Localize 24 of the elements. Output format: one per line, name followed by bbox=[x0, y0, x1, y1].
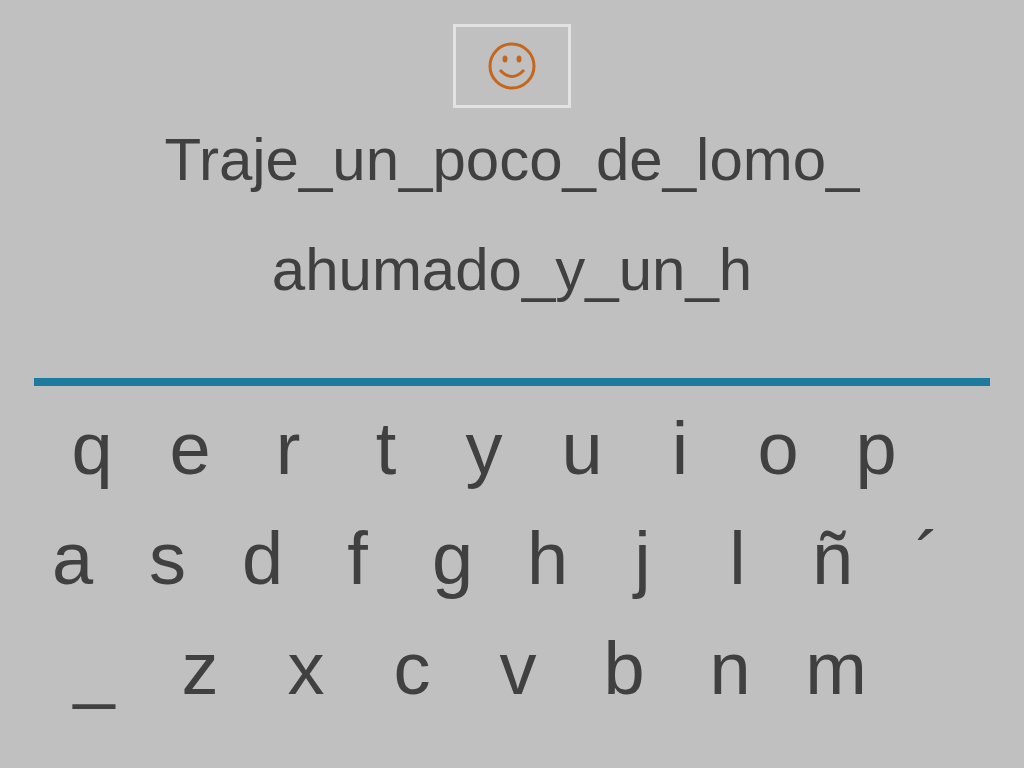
keyboard-key[interactable]: h bbox=[500, 522, 595, 596]
keyboard-key[interactable]: n bbox=[677, 632, 783, 706]
keyboard-key[interactable]: s bbox=[120, 522, 215, 596]
keyboard-key[interactable]: t bbox=[337, 412, 435, 486]
keyboard-key[interactable]: v bbox=[465, 632, 571, 706]
keyboard-key[interactable]: f bbox=[310, 522, 405, 596]
keyboard-key[interactable]: u bbox=[533, 412, 631, 486]
keyboard-key[interactable]: ñ bbox=[785, 522, 880, 596]
keyboard-key[interactable]: a bbox=[25, 522, 120, 596]
keyboard-key[interactable]: x bbox=[253, 632, 359, 706]
keyboard-key[interactable]: r bbox=[239, 412, 337, 486]
keyboard-key[interactable]: m bbox=[783, 632, 889, 706]
sentence-line: ahumado_y_un_h bbox=[271, 240, 753, 300]
keyboard-key[interactable]: l bbox=[690, 522, 785, 596]
keyboard-key[interactable]: b bbox=[571, 632, 677, 706]
keyboard-key[interactable]: ´ bbox=[880, 522, 975, 596]
smiley-icon bbox=[487, 41, 537, 91]
sentence-line: Traje_un_poco_de_lomo_ bbox=[164, 130, 860, 190]
keyboard-key[interactable]: e bbox=[141, 412, 239, 486]
keyboard-key[interactable]: o bbox=[729, 412, 827, 486]
keyboard-key[interactable]: c bbox=[359, 632, 465, 706]
keyboard-key[interactable]: i bbox=[631, 412, 729, 486]
keyboard-key[interactable]: d bbox=[215, 522, 310, 596]
keyboard-key[interactable]: z bbox=[147, 632, 253, 706]
